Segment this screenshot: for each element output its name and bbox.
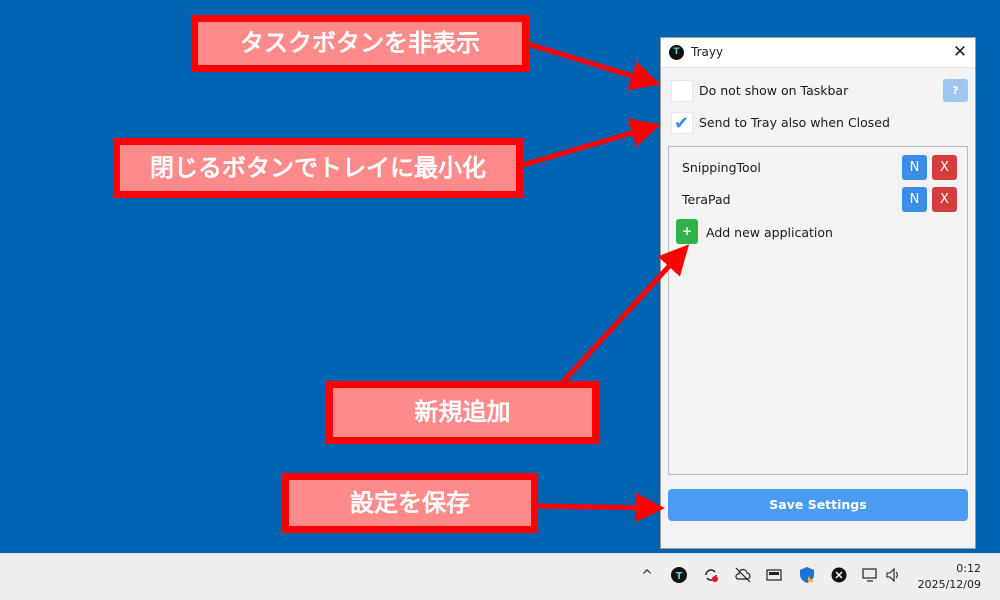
svg-text:T: T (676, 571, 683, 582)
arrow-hide-taskbar (527, 41, 661, 91)
arrow-save-settings (537, 492, 665, 523)
system-clock[interactable]: 0:12 2025/12/09 (918, 561, 981, 593)
callout-save-settings: 設定を保存 (282, 473, 538, 533)
volume-icon[interactable] (883, 566, 903, 586)
cloud-off-icon[interactable] (733, 566, 753, 586)
annotation-arrows (522, 41, 690, 523)
taskbar: ^ T 0:12 2025/12/09 (0, 553, 1000, 600)
security-shield-icon[interactable] (797, 566, 817, 586)
arrow-add-new (560, 244, 690, 385)
arrow-send-to-tray (522, 118, 661, 168)
xbox-icon[interactable] (829, 566, 849, 586)
callout-minimize-to-tray: 閉じるボタンでトレイに最小化 (113, 138, 523, 198)
sync-icon[interactable] (701, 566, 721, 586)
display-icon[interactable] (860, 566, 880, 586)
callout-add-new: 新規追加 (326, 381, 599, 444)
callout-hide-task-button: タスクボタンを非表示 (191, 15, 529, 72)
clock-time: 0:12 (956, 562, 981, 575)
keyboard-icon[interactable] (764, 566, 784, 586)
clock-date: 2025/12/09 (917, 578, 981, 591)
trayy-tray-icon[interactable]: T (669, 566, 689, 586)
chevron-up-icon[interactable]: ^ (637, 566, 657, 586)
